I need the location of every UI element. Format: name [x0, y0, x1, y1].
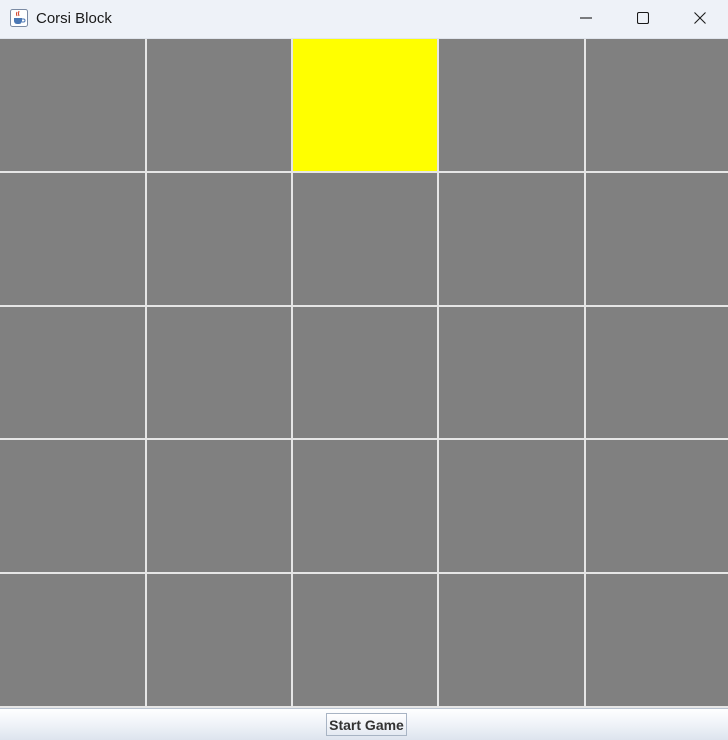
corsi-block-grid [0, 39, 728, 708]
grid-block[interactable] [586, 39, 728, 171]
grid-block[interactable] [147, 440, 291, 572]
grid-block[interactable] [586, 574, 728, 706]
grid-block[interactable] [0, 39, 145, 171]
start-game-button[interactable]: Start Game [326, 713, 407, 736]
minimize-button[interactable] [558, 0, 614, 39]
grid-block[interactable] [293, 440, 437, 572]
minimize-icon [580, 11, 592, 29]
grid-block[interactable] [586, 307, 728, 438]
grid-block[interactable] [147, 173, 291, 305]
window-title: Corsi Block [36, 10, 112, 27]
grid-block[interactable] [439, 39, 584, 171]
grid-block[interactable] [147, 39, 291, 171]
grid-block[interactable] [0, 173, 145, 305]
maximize-icon [636, 11, 650, 29]
app-window: Corsi Block Start Game [0, 0, 728, 740]
grid-block[interactable] [439, 574, 584, 706]
title-bar[interactable]: Corsi Block [0, 0, 728, 39]
grid-block[interactable] [439, 173, 584, 305]
grid-block[interactable] [586, 440, 728, 572]
grid-block[interactable] [147, 307, 291, 438]
maximize-button[interactable] [615, 0, 671, 39]
grid-block[interactable] [586, 173, 728, 305]
grid-block[interactable] [0, 307, 145, 438]
grid-block[interactable] [0, 440, 145, 572]
close-button[interactable] [672, 0, 728, 39]
java-coffee-cup-icon [10, 9, 28, 27]
grid-block[interactable] [439, 307, 584, 438]
grid-block[interactable] [0, 574, 145, 706]
close-icon [694, 11, 706, 29]
grid-block[interactable] [293, 574, 437, 706]
grid-block[interactable] [293, 307, 437, 438]
grid-block[interactable] [439, 440, 584, 572]
grid-block[interactable] [293, 173, 437, 305]
grid-block-highlighted[interactable] [293, 39, 437, 171]
grid-block[interactable] [147, 574, 291, 706]
